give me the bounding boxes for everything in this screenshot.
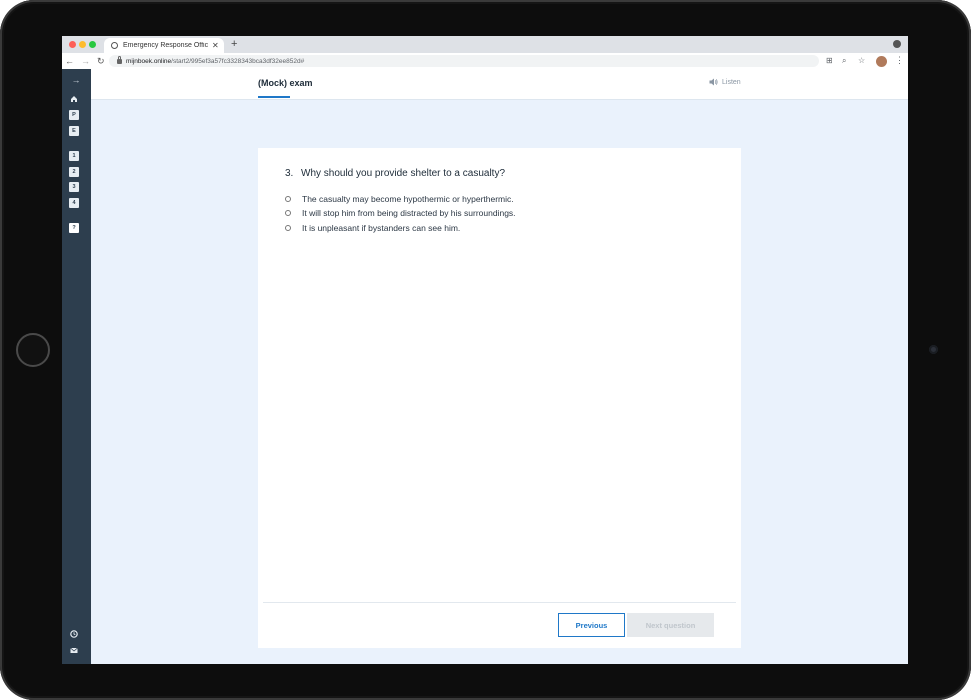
tab-title: Emergency Response Officer (E <box>123 42 208 49</box>
new-tab-button[interactable]: + <box>231 38 237 51</box>
radio-button[interactable] <box>285 225 291 231</box>
question-text: Why should you provide shelter to a casu… <box>301 168 505 179</box>
question-card: 3. Why should you provide shelter to a c… <box>258 148 741 648</box>
answer-option-label: The casualty may become hypothermic or h… <box>302 194 514 204</box>
address-bar: ← → ↻ mijnboek.online /start2/995ef3a57f… <box>62 53 908 70</box>
sidebar-item-p[interactable]: P <box>69 110 79 120</box>
question-number: 3. <box>285 168 294 179</box>
main-content: (Mock) exam Listen 3. Why should you pro… <box>91 69 908 664</box>
previous-button[interactable]: Previous <box>558 613 625 637</box>
sidebar-item-chapter-3[interactable]: 3 <box>69 182 79 192</box>
next-question-button[interactable]: Next question <box>627 613 714 637</box>
more-menu-icon[interactable]: ⋮ <box>895 55 904 66</box>
lock-icon <box>117 55 122 64</box>
listen-label: Listen <box>722 78 741 86</box>
close-window-button[interactable] <box>69 41 76 48</box>
back-icon[interactable]: ← <box>65 55 74 67</box>
clock-icon[interactable] <box>69 629 79 639</box>
forward-icon[interactable]: → <box>81 55 90 67</box>
sidebar-item-chapter-1[interactable]: 1 <box>69 151 79 161</box>
ipad-frame: Emergency Response Officer (E ✕ + ← → ↻ … <box>0 0 971 700</box>
sidebar-item-chapter-2[interactable]: 2 <box>69 167 79 177</box>
sidebar: → P E 1 2 3 4 ? <box>62 69 91 664</box>
radio-button[interactable] <box>285 196 291 202</box>
maximize-window-button[interactable] <box>89 41 96 48</box>
answer-option[interactable]: The casualty may become hypothermic or h… <box>285 194 514 204</box>
screen: Emergency Response Officer (E ✕ + ← → ↻ … <box>62 36 908 664</box>
home-button <box>16 333 50 367</box>
divider <box>263 602 736 603</box>
page-title: (Mock) exam <box>258 78 313 88</box>
reload-icon[interactable]: ↻ <box>97 55 105 67</box>
radio-button[interactable] <box>285 210 291 216</box>
zoom-icon[interactable]: ⌕ <box>842 55 846 67</box>
browser-tab[interactable]: Emergency Response Officer (E ✕ <box>104 38 224 53</box>
answer-option-label: It will stop him from being distracted b… <box>302 208 516 218</box>
camera <box>929 345 938 354</box>
url-path: /start2/995ef3a57fc3328343bca3df32ee852d… <box>171 57 305 65</box>
tab-close-icon[interactable]: ✕ <box>212 41 219 50</box>
bookmark-star-icon[interactable]: ☆ <box>858 55 865 67</box>
profile-menu-icon[interactable] <box>893 40 901 48</box>
url-field[interactable]: mijnboek.online /start2/995ef3a57fc33283… <box>109 55 819 67</box>
sidebar-item-e[interactable]: E <box>69 126 79 136</box>
answer-option[interactable]: It is unpleasant if bystanders can see h… <box>285 223 460 233</box>
translate-icon[interactable]: ⊞ <box>826 55 833 67</box>
sidebar-item-chapter-4[interactable]: 4 <box>69 198 79 208</box>
answer-option[interactable]: It will stop him from being distracted b… <box>285 208 516 218</box>
listen-button[interactable]: Listen <box>709 78 741 86</box>
exam-header: (Mock) exam Listen <box>91 69 908 100</box>
app: → P E 1 2 3 4 ? (Mock) exam Listen 3. Wh… <box>62 69 908 664</box>
speaker-icon <box>709 78 718 86</box>
arrow-right-icon[interactable]: → <box>70 75 82 85</box>
url-domain: mijnboek.online <box>126 57 172 65</box>
globe-icon <box>111 42 118 49</box>
answer-option-label: It is unpleasant if bystanders can see h… <box>302 223 461 233</box>
browser-tabbar: Emergency Response Officer (E ✕ + <box>62 36 908 53</box>
mail-icon[interactable] <box>69 645 79 655</box>
home-icon[interactable] <box>69 94 79 104</box>
sidebar-item-help[interactable]: ? <box>69 223 79 233</box>
minimize-window-button[interactable] <box>79 41 86 48</box>
avatar[interactable] <box>876 56 887 67</box>
active-tab-indicator <box>258 96 290 98</box>
